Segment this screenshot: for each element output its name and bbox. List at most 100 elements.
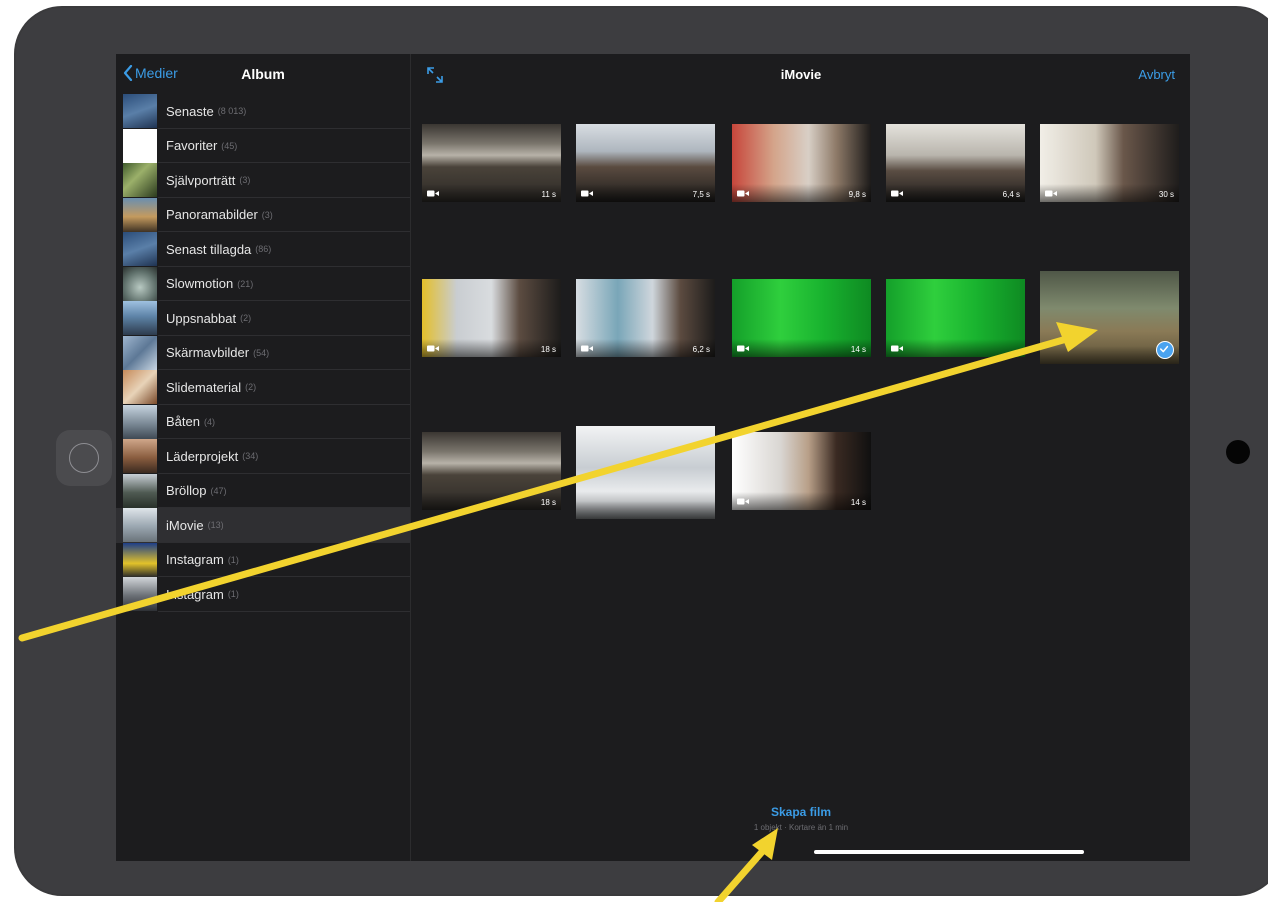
album-item[interactable]: Uppsnabbat (2) (116, 301, 410, 336)
checkmark-icon (1156, 341, 1174, 359)
media-thumbnail[interactable]: 6,4 s (886, 124, 1025, 202)
video-camera-icon (581, 345, 593, 352)
album-count: (13) (207, 520, 224, 531)
video-camera-icon (1045, 190, 1057, 197)
album-count: (3) (261, 209, 273, 220)
album-thumbnail (123, 577, 157, 612)
home-button-ring (69, 443, 99, 473)
album-item[interactable]: Läderprojekt (34) (116, 439, 410, 474)
album-thumbnail (123, 439, 157, 474)
selection-summary: 1 objekt · Kortare än 1 min (753, 823, 849, 832)
album-label: Båten (166, 414, 200, 430)
album-label: Senaste (166, 103, 214, 119)
duration-label: 18 s (540, 498, 556, 507)
video-camera-icon (737, 498, 749, 505)
album-item[interactable]: Panoramabilder (3) (116, 197, 410, 233)
album-label: iMovie (166, 517, 204, 533)
home-button[interactable] (56, 430, 112, 486)
video-camera-icon (581, 190, 593, 197)
album-count: (34) (242, 451, 259, 462)
video-camera-icon (427, 190, 439, 197)
cancel-button[interactable]: Avbryt (1138, 67, 1175, 82)
album-thumbnail (123, 197, 157, 232)
album-item[interactable]: Bröllop (47) (116, 473, 410, 509)
media-thumbnail-selected[interactable] (1040, 271, 1179, 364)
album-item[interactable]: Båten (4) (116, 404, 410, 440)
video-camera-icon (891, 345, 903, 352)
page-title: iMovie (780, 67, 822, 82)
media-thumbnail[interactable]: 14 s (732, 279, 871, 357)
video-camera-icon (891, 190, 903, 197)
thumbnail-shade (422, 184, 561, 202)
album-label: Favoriter (166, 138, 218, 154)
screen: Medier Album Senaste (8 013) Favoriter (45)… (116, 54, 1190, 861)
duration-label: 6,2 s (692, 345, 710, 354)
duration-label: 30 s (1158, 190, 1174, 199)
media-thumbnail[interactable]: 9,8 s (732, 124, 871, 202)
album-thumbnail (123, 232, 157, 267)
album-count: (45) (221, 140, 238, 151)
album-label: Skärmavbilder (166, 345, 250, 361)
thumbnail-shade (576, 501, 715, 519)
home-indicator[interactable] (814, 850, 1084, 854)
album-label: Instagram (166, 586, 224, 602)
duration-label: 14 s (850, 345, 866, 354)
duration-label: 7,5 s (692, 190, 710, 199)
album-label: Bröllop (166, 483, 207, 499)
sidebar-header: Medier Album (116, 54, 410, 94)
album-count: (2) (240, 313, 252, 324)
album-thumbnail (123, 404, 157, 439)
camera-icon (1226, 440, 1250, 464)
duration-label: 9,8 s (848, 190, 866, 199)
media-thumbnail[interactable]: 6,2 s (576, 279, 715, 357)
album-item[interactable]: Senast tillagda (86) (116, 232, 410, 267)
album-item[interactable]: Favoriter (45) (116, 128, 410, 164)
album-item[interactable]: Självporträtt (3) (116, 163, 410, 198)
album-item[interactable]: Slowmotion (21) (116, 266, 410, 302)
album-item[interactable]: Slidematerial (2) (116, 370, 410, 405)
album-item[interactable]: iMovie (13) (116, 508, 410, 543)
album-label: Uppsnabbat (166, 310, 237, 326)
media-thumbnail[interactable]: 11 s (422, 124, 561, 202)
album-list: Senaste (8 013) Favoriter (45) Självporträtt… (116, 94, 410, 612)
album-count: (54) (253, 347, 270, 358)
album-count: (1) (227, 554, 239, 565)
album-thumbnail (123, 163, 157, 198)
media-thumbnail[interactable] (576, 426, 715, 519)
album-count: (8 013) (217, 106, 247, 117)
duration-label: 11 s (541, 190, 556, 199)
duration-label: 6,4 s (1002, 190, 1020, 199)
album-label: Självporträtt (166, 172, 236, 188)
album-count: (4) (203, 416, 215, 427)
media-thumbnail[interactable] (886, 279, 1025, 357)
album-thumbnail (123, 94, 157, 129)
album-count: (47) (210, 485, 227, 496)
album-item[interactable]: Senaste (8 013) (116, 94, 410, 129)
album-thumbnail (123, 370, 157, 405)
video-camera-icon (737, 345, 749, 352)
album-thumbnail (123, 542, 157, 577)
album-thumbnail (123, 128, 157, 163)
media-thumbnail[interactable]: 18 s (422, 432, 561, 510)
album-count: (2) (245, 382, 257, 393)
album-count: (86) (255, 244, 272, 255)
album-thumbnail (123, 335, 157, 370)
media-thumbnail[interactable]: 14 s (732, 432, 871, 510)
album-thumbnail (123, 266, 157, 301)
album-count: (21) (237, 278, 254, 289)
album-sidebar: Medier Album Senaste (8 013) Favoriter (45)… (116, 54, 411, 861)
album-label: Panoramabilder (166, 207, 258, 223)
duration-label: 14 s (850, 498, 866, 507)
duration-label: 18 s (540, 345, 556, 354)
album-count: (1) (227, 589, 239, 600)
album-item[interactable]: Skärmavbilder (54) (116, 335, 410, 371)
create-movie-button[interactable]: Skapa film (412, 805, 1190, 819)
album-item[interactable]: Instagram (1) (116, 577, 410, 612)
media-grid-panel: iMovie Avbryt 11 s 7,5 s 9,8 s 6,4 s 30 s 18 … (412, 54, 1190, 861)
media-thumbnail[interactable]: 7,5 s (576, 124, 715, 202)
media-thumbnail[interactable]: 18 s (422, 279, 561, 357)
media-thumbnail[interactable]: 30 s (1040, 124, 1179, 202)
album-count: (3) (239, 175, 251, 186)
album-thumbnail (123, 301, 157, 336)
album-item[interactable]: Instagram (1) (116, 542, 410, 578)
